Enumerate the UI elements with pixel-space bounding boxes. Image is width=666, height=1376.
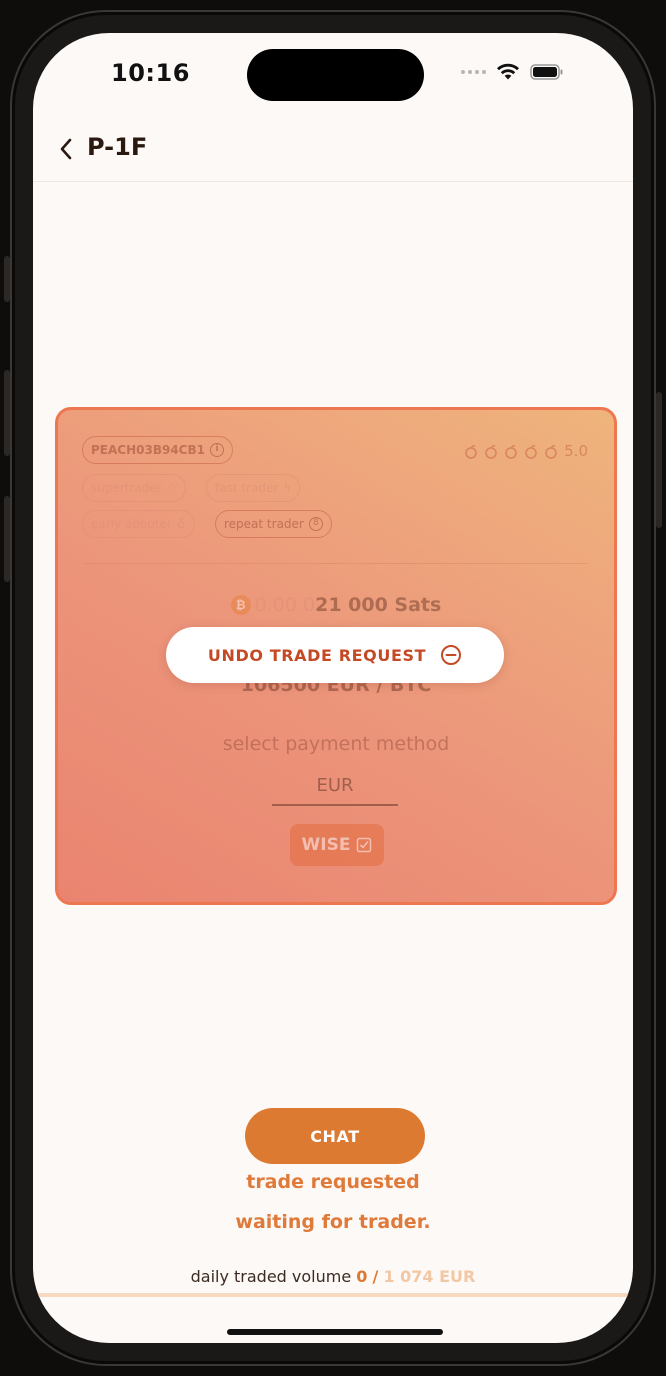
- star-icon: ☆: [166, 481, 178, 495]
- lightning-icon: ϟ: [283, 481, 292, 495]
- select-payment-label: select payment method: [222, 733, 450, 755]
- repeat-count-icon: 8: [308, 517, 323, 531]
- badge-label: supertrader: [91, 481, 162, 495]
- peach-id-text: PEACH03B94CB1: [91, 443, 205, 457]
- volume-down-button: [4, 496, 10, 582]
- badge-supertrader[interactable]: supertrader ☆: [82, 474, 187, 502]
- top-bar: P-1F: [33, 123, 633, 182]
- peach-rating-icon: [485, 444, 497, 459]
- rating-value: 5.0: [564, 442, 588, 460]
- payment-method-label: WISE: [301, 835, 351, 855]
- undo-trade-request-button[interactable]: UNDO TRADE REQUEST: [166, 627, 504, 683]
- badge-label: fast trader: [215, 481, 279, 495]
- checkbox-checked-icon: [357, 837, 372, 853]
- peach-rating-icon: [465, 444, 477, 459]
- waiting-status-line: waiting for trader.: [235, 1211, 431, 1233]
- trade-status-line: trade requested: [246, 1171, 420, 1193]
- daily-volume-label: daily traded volume: [190, 1267, 352, 1286]
- status-icons: [461, 63, 564, 81]
- back-chevron-icon[interactable]: [55, 135, 77, 163]
- card-divider: [84, 563, 588, 564]
- peach-rating-icon: [525, 444, 537, 459]
- payment-method-wise[interactable]: WISE: [290, 824, 384, 866]
- peach-id-badge[interactable]: PEACH03B94CB1 i: [82, 436, 233, 464]
- volume-up-button: [4, 370, 10, 456]
- peach-rating-icon: [505, 444, 517, 459]
- bitcoin-icon: ₿: [230, 595, 251, 615]
- amount-sats: 21 000 Sats: [315, 594, 442, 616]
- badge-label: repeat trader: [224, 517, 304, 531]
- medal-icon: ♁: [176, 517, 186, 531]
- currency-tab-eur[interactable]: EUR: [272, 775, 398, 806]
- silent-switch: [4, 256, 10, 302]
- wifi-icon: [497, 63, 519, 80]
- badge-repeat-trader[interactable]: repeat trader 8: [215, 510, 332, 538]
- badge-fast-trader[interactable]: fast trader ϟ: [206, 474, 301, 502]
- home-indicator[interactable]: [227, 1329, 443, 1335]
- cellular-signal-icon: [461, 70, 486, 74]
- page-title: P-1F: [87, 133, 148, 161]
- bottom-divider: [33, 1293, 633, 1297]
- info-icon: i: [209, 443, 224, 457]
- trader-rating: 5.0: [464, 442, 588, 460]
- trade-amount: ₿ 0.00 021 000 Sats: [58, 594, 614, 616]
- dynamic-island: [247, 49, 424, 101]
- daily-volume-separator: /: [372, 1267, 379, 1286]
- status-time: 10:16: [111, 59, 190, 87]
- daily-volume: daily traded volume 0 / 1 074 EUR: [33, 1267, 633, 1286]
- minus-circle-icon: [441, 645, 462, 665]
- daily-volume-current: 0: [356, 1267, 368, 1286]
- daily-volume-max: 1 074 EUR: [383, 1267, 476, 1286]
- badge-early-adopter[interactable]: early adopter ♁: [82, 510, 195, 538]
- battery-icon: [530, 64, 563, 80]
- peach-rating-icon: [545, 444, 557, 459]
- undo-label: UNDO TRADE REQUEST: [207, 645, 427, 665]
- badge-label: early adopter: [91, 517, 172, 531]
- power-button: [656, 392, 662, 528]
- screen: 10:16 P-1F PEACH03B94CB1 i 5.0 supertrad…: [33, 33, 633, 1343]
- amount-btc-prefix: 0.00 0: [254, 594, 316, 616]
- chat-button[interactable]: CHAT: [245, 1108, 425, 1164]
